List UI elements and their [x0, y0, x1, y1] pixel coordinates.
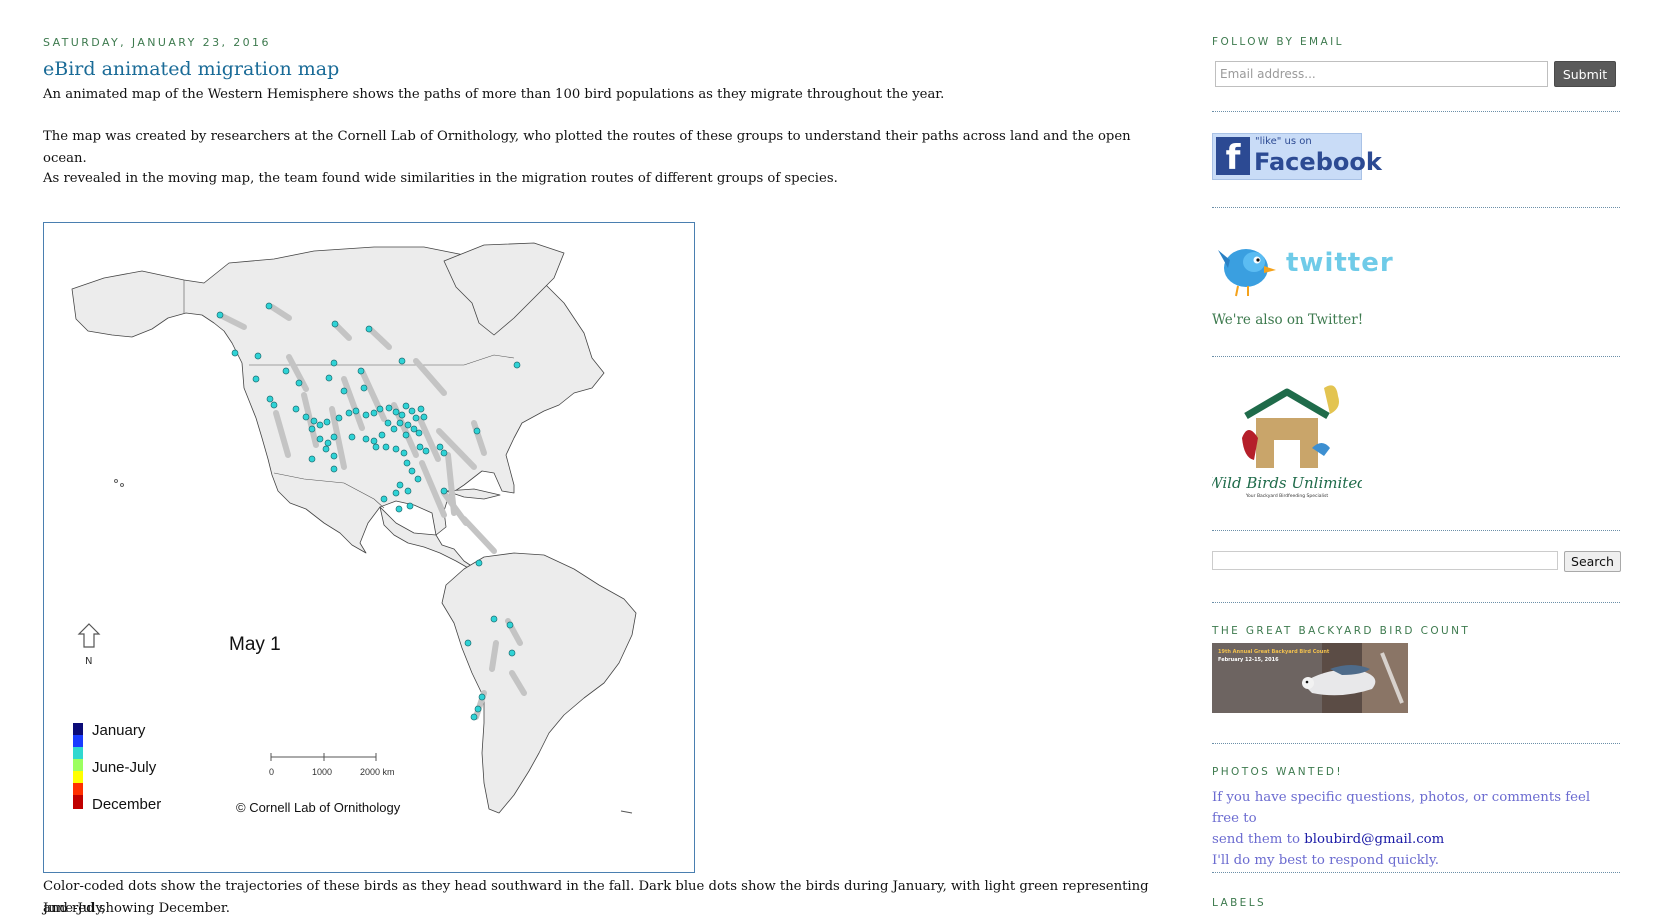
post-date: Saturday, January 23, 2016 — [43, 36, 271, 49]
post-paragraph-1: An animated map of the Western Hemispher… — [43, 87, 945, 102]
scale-label-1000: 1000 — [312, 767, 332, 777]
labels-heading: Labels — [1212, 897, 1267, 909]
twitter-bird-icon[interactable] — [1216, 240, 1278, 298]
map-copyright: © Cornell Lab of Ornithology — [236, 800, 401, 815]
sidebar-divider — [1212, 356, 1620, 357]
follow-by-email-heading: Follow by Email — [1212, 36, 1344, 48]
photos-wanted-heading: Photos Wanted! — [1212, 766, 1343, 778]
gbbc-banner-graphic: 19th Annual Great Backyard Bird Count Fe… — [1212, 643, 1408, 713]
wbu-logo-text: Wild Birds Unlimited — [1212, 474, 1362, 492]
wild-birds-unlimited-logo[interactable]: Wild Birds Unlimited Your Backyard Birdf… — [1212, 378, 1362, 500]
gbbc-banner-title: 19th Annual Great Backyard Bird Count — [1218, 649, 1330, 655]
search-button[interactable]: Search — [1564, 551, 1621, 572]
twitter-wordmark[interactable]: twitter — [1286, 248, 1394, 278]
sidebar-divider — [1212, 207, 1620, 208]
scale-label-0: 0 — [269, 767, 274, 777]
sidebar-divider — [1212, 111, 1620, 112]
photos-line-3: I'll do my best to respond quickly. — [1212, 853, 1440, 868]
caption-line-2: and red showing December. — [43, 901, 230, 916]
migration-map-graphic: N May 1 January June-July December 0 100… — [71, 242, 637, 815]
sidebar-divider — [1212, 602, 1620, 603]
gbbc-heading: The Great Backyard Bird Count — [1212, 625, 1471, 637]
sidebar-divider — [1212, 530, 1620, 531]
sidebar-divider — [1212, 872, 1620, 873]
twitter-caption: We're also on Twitter! — [1212, 312, 1364, 328]
map-stray-mark — [620, 810, 633, 814]
search-input[interactable] — [1212, 551, 1558, 570]
submit-button[interactable]: Submit — [1554, 61, 1616, 87]
facebook-logo-icon: f — [1216, 137, 1250, 178]
legend-january: January — [92, 722, 146, 739]
sidebar-divider — [1212, 743, 1620, 744]
photos-wanted-text: If you have specific questions, photos, … — [1212, 787, 1612, 871]
map-frame-date: May 1 — [229, 634, 281, 655]
facebook-like-text: "like" us on — [1255, 136, 1312, 147]
email-field[interactable] — [1215, 61, 1548, 87]
gbbc-banner-image[interactable]: 19th Annual Great Backyard Bird Count Fe… — [1212, 643, 1408, 713]
post-paragraph-3: As revealed in the moving map, the team … — [43, 171, 838, 186]
contact-email-link[interactable]: bloubird@gmail.com — [1304, 832, 1444, 847]
scale-label-2000: 2000 km — [360, 767, 395, 777]
photos-line-2-prefix: send them to — [1212, 832, 1305, 847]
gbbc-banner-dates: February 12-15, 2016 — [1218, 657, 1279, 663]
north-arrow-icon — [77, 623, 101, 648]
legend-june-july: June-July — [92, 759, 157, 776]
south-america-landmass — [441, 552, 637, 814]
facebook-wordmark: Facebook — [1254, 148, 1382, 176]
north-label: N — [85, 656, 92, 667]
wbu-tagline: Your Backyard Birdfeeding Specialist — [1245, 493, 1328, 499]
land-masses — [71, 242, 637, 814]
legend-color-bar — [73, 723, 83, 809]
photos-line-1: If you have specific questions, photos, … — [1212, 790, 1591, 826]
migration-map-image[interactable]: N May 1 January June-July December 0 100… — [43, 222, 695, 873]
scale-bar — [270, 753, 377, 761]
post-title-link[interactable]: eBird animated migration map — [43, 58, 339, 80]
legend-december: December — [92, 796, 161, 813]
facebook-like-badge[interactable]: f "like" us on Facebook — [1212, 133, 1382, 180]
post-paragraph-2: The map was created by researchers at th… — [43, 129, 1131, 166]
